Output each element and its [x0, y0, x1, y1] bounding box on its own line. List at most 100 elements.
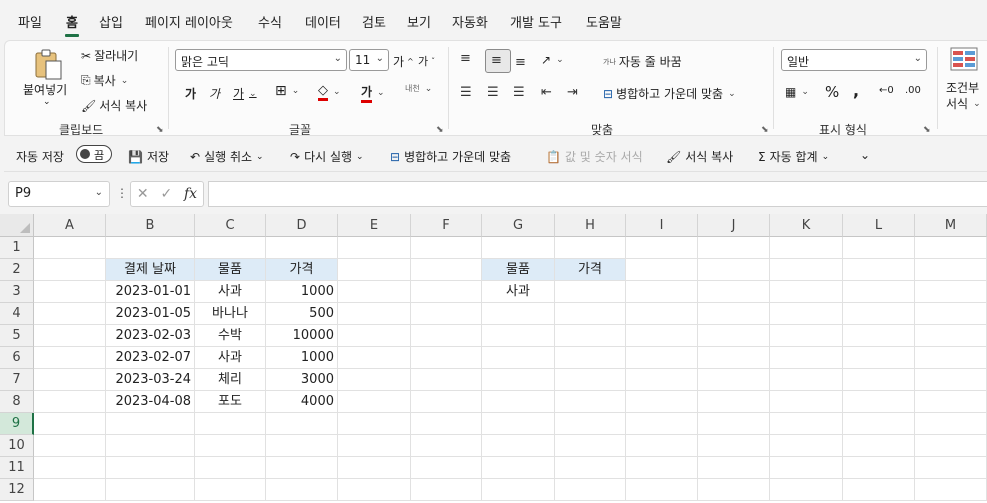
cell-a10[interactable]	[34, 435, 106, 457]
cell-e6[interactable]	[338, 347, 411, 369]
cell-g11[interactable]	[482, 457, 555, 479]
column-header-m[interactable]: M	[915, 214, 987, 237]
paste-button[interactable]: 붙여넣기	[23, 81, 67, 98]
cell-h1[interactable]	[555, 237, 626, 259]
comma-style-button[interactable]: ,	[853, 81, 859, 100]
tab-file[interactable]: 파일	[18, 12, 42, 31]
row-header-10[interactable]: 10	[0, 435, 34, 457]
cell-a8[interactable]	[34, 391, 106, 413]
conditional-format-button[interactable]: 조건부	[946, 79, 979, 96]
cell-f1[interactable]	[411, 237, 482, 259]
column-header-e[interactable]: E	[338, 214, 411, 237]
column-header-c[interactable]: C	[195, 214, 266, 237]
cell-c9[interactable]	[195, 413, 266, 435]
cell-b7[interactable]: 2023-03-24	[106, 369, 195, 391]
row-header-5[interactable]: 5	[0, 325, 34, 347]
column-header-i[interactable]: I	[626, 214, 698, 237]
cell-a9[interactable]	[34, 413, 106, 435]
cell-l6[interactable]	[843, 347, 915, 369]
cell-d6[interactable]: 1000	[266, 347, 338, 369]
format-painter-button[interactable]: 🖌 서식 복사	[81, 97, 147, 114]
cell-d8[interactable]: 4000	[266, 391, 338, 413]
cell-k7[interactable]	[770, 369, 843, 391]
cell-e9[interactable]	[338, 413, 411, 435]
cell-j11[interactable]	[698, 457, 770, 479]
cell-l7[interactable]	[843, 369, 915, 391]
align-right-icon[interactable]: ☰	[513, 85, 525, 100]
cell-g3[interactable]: 사과	[482, 281, 555, 303]
tab-data[interactable]: 데이터	[305, 12, 341, 31]
align-top-icon[interactable]: ≡	[460, 51, 471, 66]
cell-k1[interactable]	[770, 237, 843, 259]
cell-d9[interactable]	[266, 413, 338, 435]
row-header-7[interactable]: 7	[0, 369, 34, 391]
cell-m1[interactable]	[915, 237, 987, 259]
column-header-f[interactable]: F	[411, 214, 482, 237]
cell-i8[interactable]	[626, 391, 698, 413]
cell-l5[interactable]	[843, 325, 915, 347]
merge-center-button[interactable]: ⊟ 병합하고 가운데 맞춤 ⌄	[603, 85, 736, 102]
column-header-d[interactable]: D	[266, 214, 338, 237]
cell-l10[interactable]	[843, 435, 915, 457]
fill-color-button[interactable]: ◇ ⌄	[318, 83, 341, 101]
cell-j7[interactable]	[698, 369, 770, 391]
cell-h5[interactable]	[555, 325, 626, 347]
row-header-8[interactable]: 8	[0, 391, 34, 413]
qat-merge-button[interactable]: ⊟ 병합하고 가운데 맞춤	[390, 148, 511, 165]
customize-qat-icon[interactable]: ⌄	[860, 148, 870, 162]
cell-a6[interactable]	[34, 347, 106, 369]
cell-f3[interactable]	[411, 281, 482, 303]
cut-button[interactable]: ✂ 잘라내기	[81, 47, 138, 64]
cell-k2[interactable]	[770, 259, 843, 281]
cell-k8[interactable]	[770, 391, 843, 413]
cell-g12[interactable]	[482, 479, 555, 501]
cell-l2[interactable]	[843, 259, 915, 281]
formula-input[interactable]	[208, 181, 987, 207]
cell-m8[interactable]	[915, 391, 987, 413]
orientation-button[interactable]: ↗ ⌄	[541, 53, 564, 67]
cell-m3[interactable]	[915, 281, 987, 303]
cell-h3[interactable]	[555, 281, 626, 303]
cell-b5[interactable]: 2023-02-03	[106, 325, 195, 347]
column-header-k[interactable]: K	[770, 214, 843, 237]
increase-indent-icon[interactable]: ⇥	[567, 85, 578, 100]
cell-h4[interactable]	[555, 303, 626, 325]
cell-d3[interactable]: 1000	[266, 281, 338, 303]
cell-f2[interactable]	[411, 259, 482, 281]
cell-a7[interactable]	[34, 369, 106, 391]
row-header-2[interactable]: 2	[0, 259, 34, 281]
cell-c1[interactable]	[195, 237, 266, 259]
cell-c8[interactable]: 포도	[195, 391, 266, 413]
cell-j9[interactable]	[698, 413, 770, 435]
cell-m6[interactable]	[915, 347, 987, 369]
cell-i1[interactable]	[626, 237, 698, 259]
row-header-3[interactable]: 3	[0, 281, 34, 303]
cell-b4[interactable]: 2023-01-05	[106, 303, 195, 325]
grow-font-button[interactable]: 가 ^	[393, 53, 414, 70]
cell-b3[interactable]: 2023-01-01	[106, 281, 195, 303]
cell-c7[interactable]: 체리	[195, 369, 266, 391]
cell-e7[interactable]	[338, 369, 411, 391]
cell-c10[interactable]	[195, 435, 266, 457]
cell-d12[interactable]	[266, 479, 338, 501]
cell-l9[interactable]	[843, 413, 915, 435]
alignment-launcher-icon[interactable]: ⬊	[761, 125, 769, 135]
paste-icon[interactable]	[31, 47, 65, 81]
cell-f10[interactable]	[411, 435, 482, 457]
column-header-h[interactable]: H	[555, 214, 626, 237]
accounting-format-button[interactable]: ▦ ⌄	[785, 85, 809, 99]
cell-m12[interactable]	[915, 479, 987, 501]
cell-i5[interactable]	[626, 325, 698, 347]
cell-l8[interactable]	[843, 391, 915, 413]
cell-b2[interactable]: 결제 날짜	[106, 259, 195, 281]
cell-j8[interactable]	[698, 391, 770, 413]
cell-m10[interactable]	[915, 435, 987, 457]
percent-button[interactable]: %	[825, 83, 839, 101]
cell-a1[interactable]	[34, 237, 106, 259]
cell-l1[interactable]	[843, 237, 915, 259]
cell-h12[interactable]	[555, 479, 626, 501]
tab-review[interactable]: 검토	[362, 12, 386, 31]
cell-l4[interactable]	[843, 303, 915, 325]
cell-j10[interactable]	[698, 435, 770, 457]
tab-view[interactable]: 보기	[407, 12, 431, 31]
